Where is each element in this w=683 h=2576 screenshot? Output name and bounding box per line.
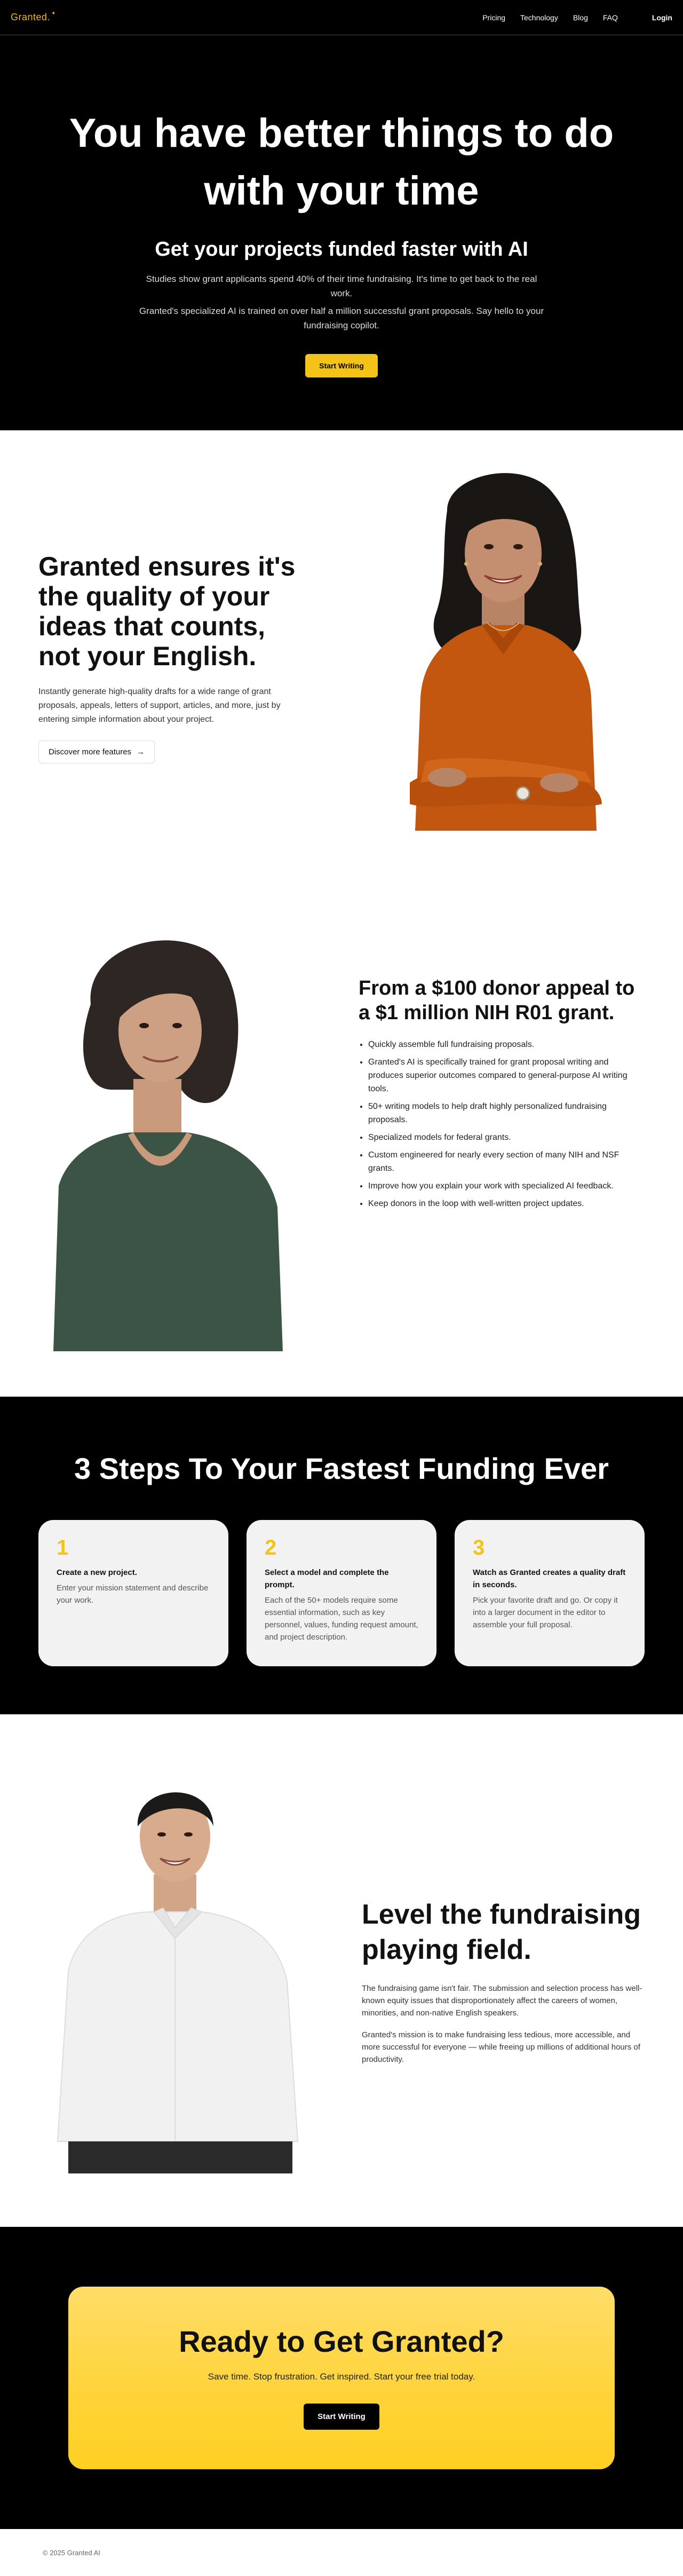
step-title: Create a new project. bbox=[57, 1568, 137, 1577]
footer: © 2025 Granted AI bbox=[0, 2529, 683, 2576]
step-number: 1 bbox=[57, 1536, 69, 1559]
cta-body: Save time. Stop frustration. Get inspire… bbox=[208, 2372, 475, 2382]
feature-item: Granted's AI is specifically trained for… bbox=[368, 1055, 645, 1096]
logo-text: Granted. bbox=[11, 12, 51, 22]
step-card-3: 3 Watch as Granted creates a quality dra… bbox=[455, 1520, 645, 1666]
hero-paragraph-2: Granted's specialized AI is trained on o… bbox=[139, 306, 544, 330]
level-title: Level the fundraising playing field. bbox=[362, 1899, 641, 1965]
step-description: Each of the 50+ models require some esse… bbox=[265, 1596, 418, 1642]
features-section: From a $100 donor appeal to a $1 million… bbox=[0, 884, 683, 1397]
feature-item: Quickly assemble full fundraising propos… bbox=[368, 1038, 645, 1051]
nav-link-blog[interactable]: Blog bbox=[573, 13, 588, 22]
nav-links: Pricing Technology Blog FAQ Login bbox=[467, 13, 672, 22]
feature-item: 50+ writing models to help draft highly … bbox=[368, 1100, 645, 1126]
sparkle-icon: ✦ bbox=[51, 11, 56, 17]
cta-card: Ready to Get Granted? Save time. Stop fr… bbox=[68, 2287, 615, 2469]
woman-portrait-green-shirt bbox=[53, 929, 299, 1351]
step-number: 3 bbox=[473, 1536, 485, 1559]
man-portrait-white-shirt bbox=[47, 1768, 308, 2173]
features-text: From a $100 donor appeal to a $1 million… bbox=[359, 976, 645, 1215]
step-title: Watch as Granted creates a quality draft… bbox=[473, 1568, 626, 1589]
hero-paragraph-1: Studies show grant applicants spend 40% … bbox=[146, 274, 537, 298]
features-title: From a $100 donor appeal to a $1 million… bbox=[359, 976, 635, 1024]
nav-link-technology[interactable]: Technology bbox=[520, 13, 558, 22]
feature-item: Keep donors in the loop with well-writte… bbox=[368, 1197, 645, 1210]
step-description: Pick your favorite draft and go. Or copy… bbox=[473, 1596, 618, 1629]
cta-start-writing-button[interactable]: Start Writing bbox=[304, 2404, 379, 2430]
level-paragraph-1: The fundraising game isn't fair. The sub… bbox=[362, 1984, 642, 2018]
step-card-2: 2 Select a model and complete the prompt… bbox=[247, 1520, 436, 1666]
cta-section: Ready to Get Granted? Save time. Stop fr… bbox=[0, 2227, 683, 2529]
step-card-1: 1 Create a new project. Enter your missi… bbox=[38, 1520, 228, 1666]
feature-item: Improve how you explain your work with s… bbox=[368, 1179, 645, 1193]
steps-section: 3 Steps To Your Fastest Funding Ever 1 C… bbox=[0, 1397, 683, 1714]
steps-cards: 1 Create a new project. Enter your missi… bbox=[0, 1520, 683, 1666]
quality-section: Granted ensures it's the quality of your… bbox=[0, 430, 683, 884]
cta-title: Ready to Get Granted? bbox=[179, 2325, 504, 2358]
granted-logo[interactable]: Granted. ✦ bbox=[11, 11, 56, 23]
quality-title: Granted ensures it's the quality of your… bbox=[38, 551, 296, 671]
level-text: Level the fundraising playing field. The… bbox=[362, 1897, 645, 2066]
portrait-illustration bbox=[53, 940, 283, 1351]
discover-features-label: Discover more features bbox=[49, 747, 132, 757]
features-list: Quickly assemble full fundraising propos… bbox=[359, 1038, 645, 1210]
quality-text: Granted ensures it's the quality of your… bbox=[38, 552, 308, 763]
copyright-text: © 2025 Granted AI bbox=[43, 2548, 100, 2557]
step-number: 2 bbox=[265, 1536, 277, 1559]
portrait-illustration bbox=[57, 1792, 299, 2173]
start-writing-button[interactable]: Start Writing bbox=[305, 354, 378, 377]
woman-portrait-orange-shirt bbox=[367, 462, 645, 831]
step-title: Select a model and complete the prompt. bbox=[265, 1568, 389, 1589]
hero-section: You have better things to do with your t… bbox=[0, 35, 683, 430]
feature-item: Custom engineered for nearly every secti… bbox=[368, 1148, 645, 1175]
login-link[interactable]: Login bbox=[652, 13, 672, 22]
top-navbar: Granted. ✦ Pricing Technology Blog FAQ L… bbox=[0, 0, 683, 35]
step-description: Enter your mission statement and describ… bbox=[57, 1584, 209, 1605]
quality-body: Instantly generate high-quality drafts f… bbox=[38, 687, 281, 724]
level-paragraph-2: Granted's mission is to make fundraising… bbox=[362, 2030, 640, 2064]
level-field-section: Level the fundraising playing field. The… bbox=[0, 1714, 683, 2227]
nav-link-pricing[interactable]: Pricing bbox=[482, 13, 505, 22]
portrait-illustration bbox=[410, 473, 602, 831]
hero-title: You have better things to do with your t… bbox=[69, 111, 614, 214]
nav-link-faq[interactable]: FAQ bbox=[603, 13, 618, 22]
discover-features-button[interactable]: Discover more features → bbox=[38, 740, 155, 763]
hero-subtitle: Get your projects funded faster with AI bbox=[155, 238, 528, 261]
arrow-right-icon: → bbox=[137, 747, 145, 757]
steps-title: 3 Steps To Your Fastest Funding Ever bbox=[74, 1452, 609, 1485]
feature-item: Specialized models for federal grants. bbox=[368, 1131, 645, 1144]
